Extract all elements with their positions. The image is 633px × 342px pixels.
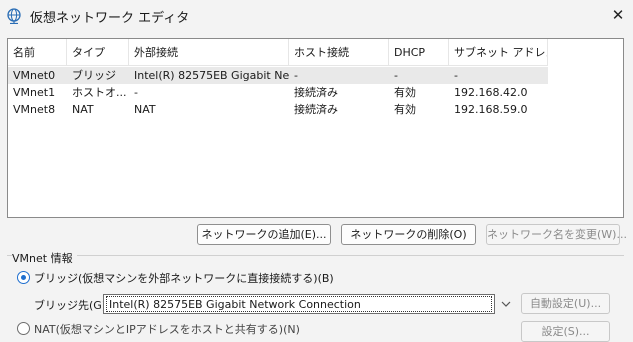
- cell-name: VMnet1: [13, 86, 56, 99]
- cell-host: 接続済み: [294, 103, 338, 116]
- remove-network-button[interactable]: ネットワークの削除(O): [341, 224, 476, 245]
- cell-subnet: -: [454, 69, 458, 82]
- table-row[interactable]: VMnet8 NAT NAT 接続済み 有効 192.168.59.0: [8, 101, 548, 118]
- column-header-subnet[interactable]: サブネット アドレス: [449, 39, 548, 66]
- rename-network-button[interactable]: ネットワーク名を変更(W)...: [486, 224, 627, 245]
- close-icon: ✕: [611, 6, 625, 24]
- vmnet-info-divider: [7, 255, 624, 256]
- bridge-option-label[interactable]: ブリッジ(仮想マシンを外部ネットワークに直接接続する)(B): [34, 270, 334, 286]
- cell-dhcp: 有効: [394, 86, 416, 99]
- cell-dhcp: -: [394, 69, 398, 82]
- close-button[interactable]: ✕: [604, 2, 632, 28]
- column-header-host[interactable]: ホスト接続: [289, 39, 389, 66]
- globe-network-icon: [6, 8, 22, 25]
- window-title: 仮想ネットワーク エディタ: [30, 11, 190, 26]
- bridge-radio[interactable]: [17, 271, 30, 284]
- column-header-dhcp[interactable]: DHCP: [389, 39, 449, 66]
- bridge-to-label: ブリッジ先(G):: [34, 299, 110, 312]
- auto-settings-button[interactable]: 自動設定(U)...: [521, 293, 610, 314]
- bridge-to-value: Intel(R) 82575EB Gigabit Network Connect…: [106, 296, 492, 312]
- vmnet-info-label: VMnet 情報: [12, 250, 77, 266]
- cell-external: NAT: [134, 103, 156, 116]
- bridge-to-field[interactable]: Intel(R) 82575EB Gigabit Network Connect…: [103, 294, 495, 314]
- add-network-button[interactable]: ネットワークの追加(E)...: [197, 224, 331, 245]
- title-bar: 仮想ネットワーク エディタ ✕: [0, 0, 633, 32]
- cell-type: ブリッジ: [72, 69, 116, 82]
- cell-host: 接続済み: [294, 86, 338, 99]
- table-row[interactable]: VMnet1 ホストオ... - 接続済み 有効 192.168.42.0: [8, 84, 548, 101]
- column-header-type[interactable]: タイプ: [67, 39, 129, 66]
- chevron-down-icon[interactable]: [496, 294, 515, 314]
- nat-radio[interactable]: [17, 322, 30, 335]
- cell-dhcp: 有効: [394, 103, 416, 116]
- bridge-to-select[interactable]: Intel(R) 82575EB Gigabit Network Connect…: [103, 294, 515, 314]
- cell-name: VMnet0: [13, 69, 56, 82]
- radio-selected-dot: [21, 275, 26, 280]
- nat-option-label[interactable]: NAT(仮想マシンとIPアドレスをホストと共有する)(N): [34, 321, 300, 337]
- cell-external: -: [134, 86, 138, 99]
- cell-external: Intel(R) 82575EB Gigabit Ne...: [134, 69, 289, 82]
- cell-type: NAT: [72, 103, 94, 116]
- table-row[interactable]: VMnet0 ブリッジ Intel(R) 82575EB Gigabit Ne.…: [8, 67, 548, 84]
- network-list[interactable]: 名前 タイプ 外部接続 ホスト接続 DHCP サブネット アドレス VMnet0…: [7, 38, 624, 218]
- network-list-header: 名前 タイプ 外部接続 ホスト接続 DHCP サブネット アドレス: [8, 39, 548, 66]
- cell-subnet: 192.168.59.0: [454, 103, 528, 116]
- cell-name: VMnet8: [13, 103, 56, 116]
- cell-type: ホストオ...: [72, 86, 127, 99]
- cell-subnet: 192.168.42.0: [454, 86, 528, 99]
- nat-settings-button[interactable]: 設定(S)...: [521, 321, 610, 342]
- column-header-external[interactable]: 外部接続: [129, 39, 289, 66]
- virtual-network-editor-window: 仮想ネットワーク エディタ ✕ 名前 タイプ 外部接続 ホスト接続 DHCP サ…: [0, 0, 633, 342]
- cell-host: -: [294, 69, 298, 82]
- column-header-name[interactable]: 名前: [8, 39, 67, 66]
